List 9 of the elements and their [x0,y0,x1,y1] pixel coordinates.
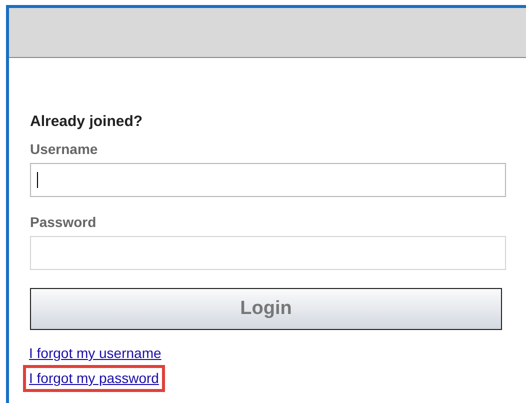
input-field[interactable] [30,163,506,197]
login-button[interactable]: Login [30,288,502,330]
forgot-link[interactable]: I forgot my password [26,368,162,389]
input-field[interactable] [30,236,506,270]
section-heading: Already joined? [30,113,143,131]
field-label: Password [30,214,96,230]
text-cursor [37,172,38,188]
field-label: Username [30,141,98,157]
forgot-link[interactable]: I forgot my username [26,343,164,364]
